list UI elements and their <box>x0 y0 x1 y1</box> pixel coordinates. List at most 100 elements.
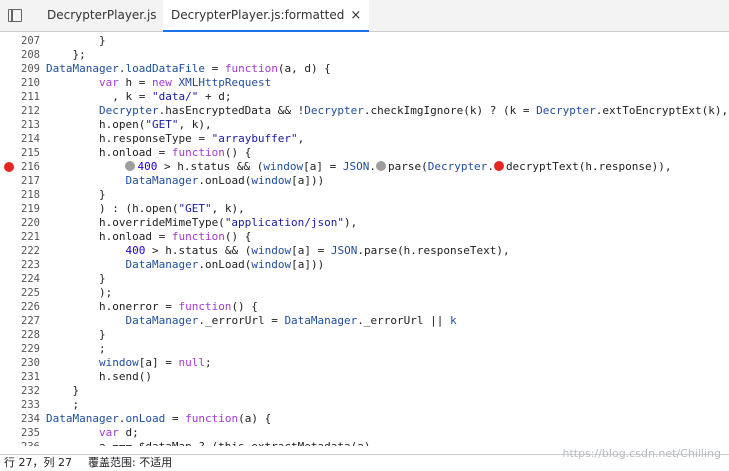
code-line[interactable]: 225 ); <box>0 286 729 300</box>
line-number[interactable]: 212 <box>0 104 40 118</box>
code-token: } <box>46 188 106 201</box>
line-number[interactable]: 228 <box>0 328 40 342</box>
code-line[interactable]: 223 DataManager.onLoad(window[a])) <box>0 258 729 272</box>
code-line[interactable]: 209 DataManager.loadDataFile = function(a… <box>0 62 729 76</box>
code-token: onLoad <box>125 412 166 425</box>
line-number[interactable]: 230 <box>0 356 40 370</box>
line-number[interactable]: 229 <box>0 342 40 356</box>
line-number[interactable]: 236 <box>0 440 40 446</box>
code-token: ; <box>46 398 80 411</box>
code-text: } <box>46 384 79 398</box>
code-line[interactable]: 228 } <box>0 328 729 342</box>
code-line[interactable]: 218 } <box>0 188 729 202</box>
code-editor[interactable]: 207 } 208 }; 209 DataManager.loadDataFile =… <box>0 32 729 446</box>
line-number[interactable]: 215 <box>0 146 40 160</box>
code-text: } <box>46 272 106 286</box>
line-number[interactable]: 220 <box>0 216 40 230</box>
code-line[interactable]: 235 var d; <box>0 426 729 440</box>
code-token: function <box>178 300 232 313</box>
line-number[interactable]: 209 <box>0 62 40 76</box>
code-token: function <box>224 62 278 75</box>
line-number[interactable]: 214 <box>0 132 40 146</box>
line-number[interactable]: 213 <box>0 118 40 132</box>
code-token: .onLoad( <box>198 174 252 187</box>
code-line[interactable]: 212 Decrypter.hasEncryptedData && !Decry… <box>0 104 729 118</box>
close-tab-icon[interactable]: × <box>350 8 361 23</box>
code-token: var <box>98 426 119 439</box>
line-number[interactable]: 222 <box>0 244 40 258</box>
code-text: h.responseType = "arraybuffer", <box>46 132 304 146</box>
code-token: d; <box>118 426 139 439</box>
line-number[interactable]: 211 <box>0 90 40 104</box>
code-text: DataManager.onLoad(window[a])) <box>46 174 324 188</box>
code-token: DataManager <box>284 314 358 327</box>
inline-breakpoint-icon[interactable] <box>125 161 136 171</box>
code-text: var d; <box>46 426 139 440</box>
code-line[interactable]: 224 } <box>0 272 729 286</box>
code-line[interactable]: 220 h.overrideMimeType("application/json… <box>0 216 729 230</box>
code-line[interactable]: 230 window[a] = null; <box>0 356 729 370</box>
code-token: "application/json" <box>224 216 345 229</box>
line-number[interactable]: 225 <box>0 286 40 300</box>
line-number[interactable]: 233 <box>0 398 40 412</box>
code-line[interactable]: 221 h.onload = function() { <box>0 230 729 244</box>
line-number[interactable]: 234 <box>0 412 40 426</box>
code-line[interactable]: 210 var h = new XMLHttpRequest <box>0 76 729 90</box>
code-text: Decrypter.hasEncryptedData && !Decrypter… <box>46 104 728 118</box>
code-line[interactable]: 217 DataManager.onLoad(window[a])) <box>0 174 729 188</box>
line-number[interactable]: 232 <box>0 384 40 398</box>
code-text: DataManager.onLoad(window[a])) <box>46 258 324 272</box>
code-token: ._errorUrl = <box>198 314 285 327</box>
line-number[interactable]: 231 <box>0 370 40 384</box>
breakpoint-icon[interactable] <box>4 162 14 172</box>
code-line[interactable]: 231 h.send() <box>0 370 729 384</box>
code-text: h.overrideMimeType("application/json"), <box>46 216 357 230</box>
line-number[interactable]: 226 <box>0 300 40 314</box>
code-line[interactable]: 214 h.responseType = "arraybuffer", <box>0 132 729 146</box>
code-token: [a] = <box>303 160 343 173</box>
code-line[interactable]: 219 ) : (h.open("GET", k), <box>0 202 729 216</box>
tab-decrypterplayer-js-formatted[interactable]: DecrypterPlayer.js:formatted × <box>163 0 370 32</box>
code-line[interactable]: 208 }; <box>0 48 729 62</box>
inline-breakpoint-active-icon[interactable] <box>493 161 504 171</box>
code-token: window <box>98 356 139 369</box>
code-line[interactable]: 226 h.onerror = function() { <box>0 300 729 314</box>
code-line[interactable]: 213 h.open("GET", k), <box>0 118 729 132</box>
toggle-navigator-icon[interactable] <box>8 9 22 22</box>
line-number[interactable]: 221 <box>0 230 40 244</box>
code-line[interactable]: 227 DataManager._errorUrl = DataManager.… <box>0 314 729 328</box>
code-token: parse( <box>387 160 428 173</box>
code-token: () { <box>224 230 252 243</box>
line-number[interactable]: 227 <box>0 314 40 328</box>
code-line[interactable]: 207 } <box>0 34 729 48</box>
line-number[interactable]: 219 <box>0 202 40 216</box>
code-line[interactable]: 233 ; <box>0 398 729 412</box>
tab-decrypterplayer-js[interactable]: DecrypterPlayer.js <box>47 0 157 31</box>
code-line[interactable]: 232 } <box>0 384 729 398</box>
code-token: ; <box>46 342 106 355</box>
line-number[interactable]: 235 <box>0 426 40 440</box>
code-token: h.overrideMimeType( <box>46 216 225 229</box>
code-line[interactable]: 215 h.onload = function() { <box>0 146 729 160</box>
code-line[interactable]: 234 DataManager.onLoad = function(a) { <box>0 412 729 426</box>
line-number[interactable]: 224 <box>0 272 40 286</box>
line-number[interactable]: 207 <box>0 34 40 48</box>
code-line[interactable]: 216 400 > h.status && (window[a] = JSON.… <box>0 160 729 174</box>
code-line[interactable]: 222 400 > h.status && (window[a] = JSON.… <box>0 244 729 258</box>
code-text: ; <box>46 342 106 356</box>
code-line[interactable]: 236 a === $dataMap ? (this.extractMetada… <box>0 440 729 446</box>
code-line[interactable]: 211 , k = "data/" + d; <box>0 90 729 104</box>
inline-breakpoint-icon[interactable] <box>375 161 386 171</box>
code-token: (a, d) { <box>277 62 331 75</box>
code-line[interactable]: 229 ; <box>0 342 729 356</box>
code-token: ._errorUrl || <box>357 314 451 327</box>
line-number[interactable]: 217 <box>0 174 40 188</box>
line-number[interactable]: 208 <box>0 48 40 62</box>
line-number[interactable]: 210 <box>0 76 40 90</box>
line-number[interactable]: 223 <box>0 258 40 272</box>
line-number[interactable]: 218 <box>0 188 40 202</box>
tab-label: DecrypterPlayer.js:formatted <box>171 8 345 22</box>
